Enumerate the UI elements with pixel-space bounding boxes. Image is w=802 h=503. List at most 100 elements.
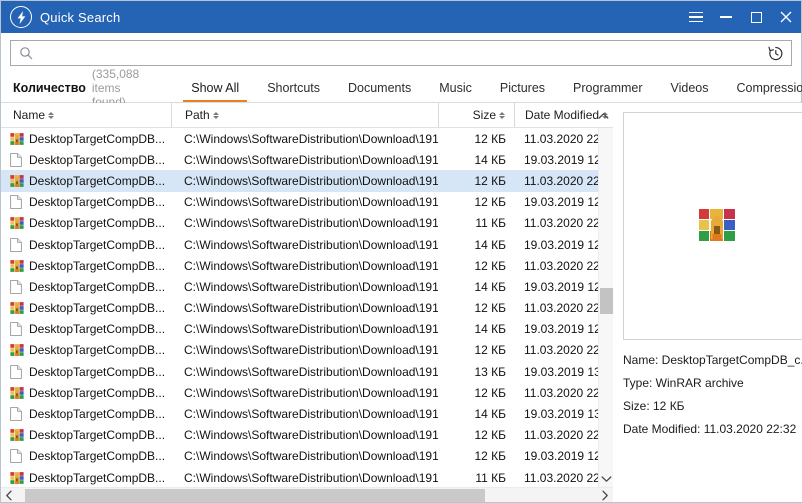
- cell-path: C:\Windows\SoftwareDistribution\Download…: [184, 152, 438, 167]
- vertical-scrollbar[interactable]: [598, 128, 613, 487]
- column-header-size[interactable]: Size: [438, 103, 514, 127]
- sort-arrows-icon: [48, 109, 55, 121]
- cell-date-modified: 19.03.2019 13:2: [524, 407, 598, 422]
- column-label: Date Modified: [525, 107, 600, 122]
- close-icon[interactable]: [771, 1, 801, 33]
- column-header-name[interactable]: Name: [1, 103, 171, 127]
- history-clock-icon[interactable]: [765, 43, 785, 63]
- table-row[interactable]: DesktopTargetCompDB... C:\Windows\Softwar…: [1, 425, 598, 446]
- cell-name: DesktopTargetCompDB...: [1, 386, 171, 400]
- cell-path: C:\Windows\SoftwareDistribution\Download…: [184, 279, 438, 294]
- tab-pictures[interactable]: Pictures: [486, 73, 559, 102]
- cell-name: DesktopTargetCompDB...: [1, 365, 171, 379]
- cell-name: DesktopTargetCompDB...: [1, 280, 171, 294]
- horizontal-scrollbar-thumb[interactable]: [25, 488, 485, 502]
- chevron-left-icon[interactable]: [1, 488, 17, 503]
- table-row[interactable]: DesktopTargetCompDB... C:\Windows\Softwar…: [1, 298, 598, 319]
- file-name: DesktopTargetCompDB...: [29, 279, 166, 294]
- cell-size: 12 КБ: [474, 343, 506, 358]
- chevron-down-icon[interactable]: [599, 471, 614, 487]
- minimize-icon[interactable]: [711, 1, 741, 33]
- file-name: DesktopTargetCompDB...: [29, 216, 166, 231]
- table-row[interactable]: DesktopTargetCompDB... C:\Windows\Softwar…: [1, 192, 598, 213]
- window-title: Quick Search: [40, 9, 121, 25]
- file-name: DesktopTargetCompDB...: [29, 131, 166, 146]
- column-label: Size: [472, 107, 496, 122]
- winrar-archive-icon: [10, 301, 24, 315]
- cell-path: C:\Windows\SoftwareDistribution\Download…: [184, 301, 438, 316]
- cell-size: 14 КБ: [474, 152, 506, 167]
- file-name: DesktopTargetCompDB...: [29, 258, 166, 273]
- cell-path: C:\Windows\SoftwareDistribution\Download…: [184, 237, 438, 252]
- horizontal-scrollbar[interactable]: [1, 487, 613, 502]
- generic-file-icon: [10, 322, 24, 337]
- cell-path: C:\Windows\SoftwareDistribution\Download…: [184, 216, 438, 231]
- tab-shortcuts[interactable]: Shortcuts: [253, 73, 334, 102]
- tab-programmer[interactable]: Programmer: [559, 73, 656, 102]
- table-row[interactable]: DesktopTargetCompDB... C:\Windows\Softwar…: [1, 403, 598, 424]
- tab-show-all[interactable]: Show All: [177, 73, 253, 102]
- generic-file-icon: [10, 280, 24, 294]
- cell-size: 12 КБ: [474, 385, 506, 400]
- cell-date-modified: 11.03.2020 22:3: [524, 385, 598, 400]
- table-row[interactable]: DesktopTargetCompDB... C:\Windows\Softwar…: [1, 382, 598, 403]
- cell-date-modified: 11.03.2020 22:3: [524, 258, 598, 273]
- chevron-right-icon[interactable]: [597, 488, 613, 503]
- cell-name: DesktopTargetCompDB...: [1, 132, 171, 146]
- results-list[interactable]: DesktopTargetCompDB... C:\Windows\Softwar…: [1, 128, 598, 487]
- tab-compression[interactable]: Compression: [723, 73, 802, 102]
- preview-pane: Name: DesktopTargetCompDB_c... Type: Win…: [613, 103, 802, 502]
- preview-type: Type: WinRAR archive: [623, 376, 744, 390]
- preview-thumbnail: [623, 112, 802, 340]
- column-label: Path: [185, 107, 210, 122]
- cell-name: DesktopTargetCompDB...: [1, 259, 171, 273]
- cell-size: 12 КБ: [474, 449, 506, 464]
- cell-date-modified: 19.03.2019 12:4: [524, 279, 598, 294]
- menu-icon[interactable]: [681, 1, 711, 33]
- tab-label: Programmer: [573, 80, 643, 95]
- cell-path: C:\Windows\SoftwareDistribution\Download…: [184, 173, 438, 188]
- table-row[interactable]: DesktopTargetCompDB... C:\Windows\Softwar…: [1, 361, 598, 382]
- maximize-icon[interactable]: [741, 1, 771, 33]
- cell-name: DesktopTargetCompDB...: [1, 471, 171, 485]
- cell-date-modified: 11.03.2020 22:3: [524, 173, 598, 188]
- table-row[interactable]: DesktopTargetCompDB... C:\Windows\Softwar…: [1, 255, 598, 276]
- search-box[interactable]: [10, 40, 792, 66]
- tab-documents[interactable]: Documents: [334, 73, 425, 102]
- vertical-scrollbar-thumb[interactable]: [600, 288, 613, 314]
- cell-date-modified: 19.03.2019 12:3: [524, 237, 598, 252]
- cell-name: DesktopTargetCompDB...: [1, 322, 171, 336]
- tab-label: Shortcuts: [267, 80, 320, 95]
- cell-date-modified: 11.03.2020 22:3: [524, 343, 598, 358]
- horizontal-scrollbar-track[interactable]: [17, 488, 597, 503]
- column-header-path[interactable]: Path: [171, 103, 438, 127]
- table-row[interactable]: DesktopTargetCompDB... C:\Windows\Softwar…: [1, 276, 598, 297]
- cell-date-modified: 19.03.2019 12:2: [524, 322, 598, 337]
- file-name: DesktopTargetCompDB...: [29, 449, 166, 464]
- cell-size: 14 КБ: [474, 322, 506, 337]
- cell-path: C:\Windows\SoftwareDistribution\Download…: [184, 322, 438, 337]
- table-row[interactable]: DesktopTargetCompDB... C:\Windows\Softwar…: [1, 446, 598, 467]
- cell-size: 11 КБ: [475, 470, 506, 485]
- cell-path: C:\Windows\SoftwareDistribution\Download…: [184, 131, 438, 146]
- tab-label: Pictures: [499, 80, 546, 95]
- tab-bar: Количество (335,088 items found) Show Al…: [1, 67, 802, 109]
- table-row[interactable]: DesktopTargetCompDB... C:\Windows\Softwar…: [1, 128, 598, 149]
- column-headers: Name Path Size Date Modified: [1, 103, 613, 128]
- table-row[interactable]: DesktopTargetCompDB... C:\Windows\Softwar…: [1, 213, 598, 234]
- tab-videos[interactable]: Videos: [657, 73, 723, 102]
- winrar-archive-icon: [10, 428, 24, 442]
- winrar-archive-icon: [10, 471, 24, 485]
- search-input[interactable]: [34, 42, 765, 64]
- cell-path: C:\Windows\SoftwareDistribution\Download…: [184, 195, 438, 210]
- scroll-up-button[interactable]: [598, 103, 609, 128]
- table-row[interactable]: DesktopTargetCompDB... C:\Windows\Softwar…: [1, 319, 598, 340]
- table-row[interactable]: DesktopTargetCompDB... C:\Windows\Softwar…: [1, 467, 598, 487]
- sort-arrows-icon: [499, 109, 506, 121]
- tab-music[interactable]: Music: [425, 73, 486, 102]
- table-row[interactable]: DesktopTargetCompDB... C:\Windows\Softwar…: [1, 234, 598, 255]
- cell-date-modified: 11.03.2020 22:3: [524, 131, 598, 146]
- table-row[interactable]: DesktopTargetCompDB... C:\Windows\Softwar…: [1, 149, 598, 170]
- table-row[interactable]: DesktopTargetCompDB... C:\Windows\Softwar…: [1, 340, 598, 361]
- table-row[interactable]: DesktopTargetCompDB... C:\Windows\Softwar…: [1, 170, 598, 192]
